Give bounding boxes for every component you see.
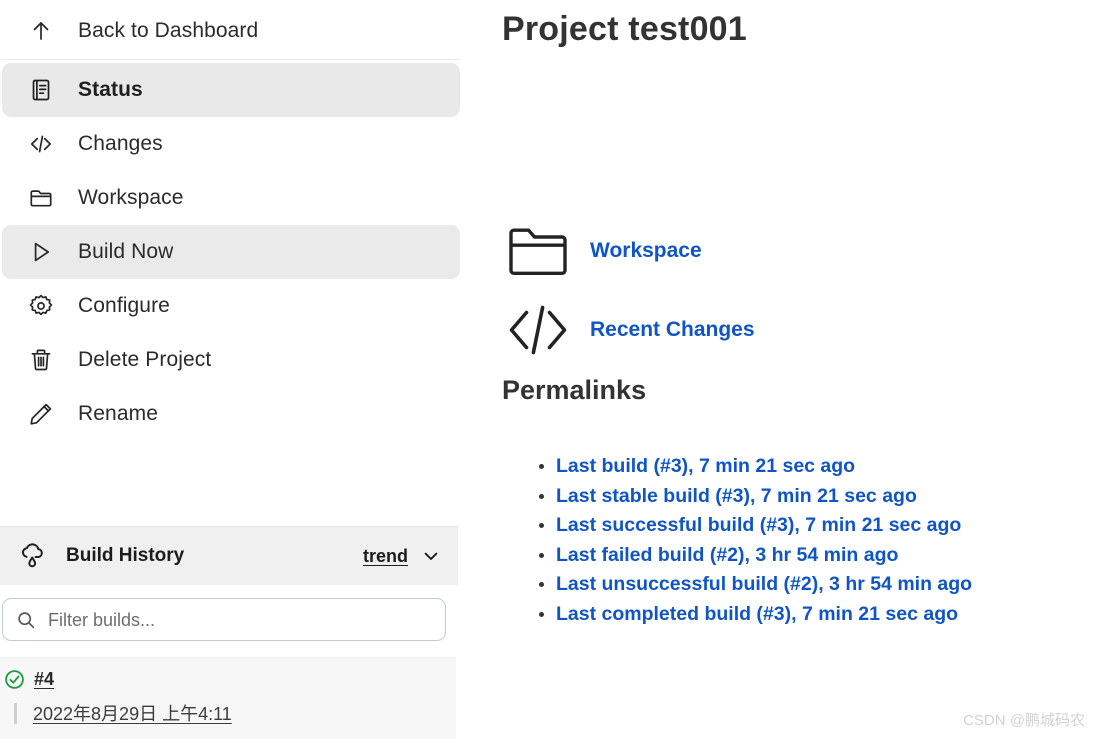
build-timestamp-link[interactable]: 2022年8月29日 上午4:11 — [33, 700, 232, 726]
sidebar-divider — [2, 59, 460, 60]
sidebar-item-rename[interactable]: Rename — [2, 387, 460, 441]
permalinks-heading: Permalinks — [502, 375, 647, 405]
permalink-item[interactable]: Last completed build (#3), 7 min 21 sec … — [556, 600, 972, 630]
success-check-circle-icon — [2, 669, 26, 690]
play-icon — [24, 235, 58, 269]
page-title: Project test001 — [502, 10, 747, 48]
build-number-link[interactable]: #4 — [34, 669, 54, 690]
main-content: Project test001 Workspace Recent Changes… — [470, 0, 1107, 739]
arrow-up-icon — [24, 14, 58, 48]
shortcut-workspace[interactable]: Workspace — [500, 222, 702, 280]
permalink-item[interactable]: Last unsuccessful build (#2), 3 hr 54 mi… — [556, 570, 972, 600]
build-filter-input[interactable]: Filter builds... — [2, 598, 446, 641]
jenkins-project-page: Back to Dashboard Status Changes Workspa… — [0, 0, 1107, 739]
permalink-item[interactable]: Last stable build (#3), 7 min 21 sec ago — [556, 482, 972, 512]
shortcut-label: Recent Changes — [590, 318, 755, 341]
sidebar-item-label: Delete Project — [78, 348, 212, 371]
code-icon — [24, 127, 58, 161]
sidebar-item-label: Rename — [78, 402, 158, 425]
permalink-item[interactable]: Last failed build (#2), 3 hr 54 min ago — [556, 541, 972, 571]
pencil-icon — [24, 397, 58, 431]
sidebar-item-label: Status — [78, 78, 143, 101]
weather-cloud-rain-icon — [14, 540, 52, 572]
permalink-item[interactable]: Last build (#3), 7 min 21 sec ago — [556, 452, 972, 482]
sidebar-item-delete-project[interactable]: Delete Project — [2, 333, 460, 387]
shortcut-recent-changes[interactable]: Recent Changes — [500, 303, 755, 357]
watermark: CSDN @鹏城码农 — [963, 712, 1085, 729]
permalink-label[interactable]: Last failed build (#2), 3 hr 54 min ago — [556, 544, 898, 566]
trash-icon — [24, 343, 58, 377]
code-icon — [500, 303, 576, 357]
build-history-trend-link[interactable]: trend — [363, 546, 408, 567]
sidebar-item-status[interactable]: Status — [2, 63, 460, 117]
permalink-item[interactable]: Last successful build (#3), 7 min 21 sec… — [556, 511, 972, 541]
build-history-header: Build History trend — [0, 526, 458, 585]
sidebar-item-label: Build Now — [78, 240, 174, 263]
sidebar-item-build-now[interactable]: Build Now — [2, 225, 460, 279]
sidebar: Back to Dashboard Status Changes Workspa… — [0, 0, 470, 739]
build-history-title: Build History — [66, 545, 185, 566]
sidebar-item-label: Workspace — [78, 186, 184, 209]
sidebar-item-label: Back to Dashboard — [78, 19, 259, 42]
sidebar-item-configure[interactable]: Configure — [2, 279, 460, 333]
build-timeline-tick — [14, 702, 17, 724]
permalink-label[interactable]: Last successful build (#3), 7 min 21 sec… — [556, 514, 961, 536]
search-icon — [15, 610, 37, 630]
document-icon — [24, 73, 58, 107]
sidebar-item-label: Configure — [78, 294, 170, 317]
permalinks-list: Last build (#3), 7 min 21 sec ago Last s… — [526, 452, 972, 629]
build-history-row[interactable]: #4 2022年8月29日 上午4:11 — [0, 657, 456, 739]
sidebar-item-changes[interactable]: Changes — [2, 117, 460, 171]
permalink-label[interactable]: Last stable build (#3), 7 min 21 sec ago — [556, 485, 917, 507]
permalink-label[interactable]: Last completed build (#3), 7 min 21 sec … — [556, 603, 958, 625]
sidebar-item-label: Changes — [78, 132, 163, 155]
build-filter-placeholder: Filter builds... — [48, 609, 156, 630]
gear-icon — [24, 289, 58, 323]
folder-icon — [24, 181, 58, 215]
permalink-label[interactable]: Last unsuccessful build (#2), 3 hr 54 mi… — [556, 573, 972, 595]
build-row-bottom: 2022年8月29日 上午4:11 — [2, 698, 456, 728]
sidebar-item-back-to-dashboard[interactable]: Back to Dashboard — [2, 4, 460, 58]
sidebar-item-workspace[interactable]: Workspace — [2, 171, 460, 225]
folder-icon — [500, 222, 576, 280]
chevron-down-icon[interactable] — [420, 545, 442, 567]
permalink-label[interactable]: Last build (#3), 7 min 21 sec ago — [556, 455, 855, 477]
build-row-top: #4 — [2, 666, 456, 692]
shortcut-label: Workspace — [590, 239, 702, 262]
